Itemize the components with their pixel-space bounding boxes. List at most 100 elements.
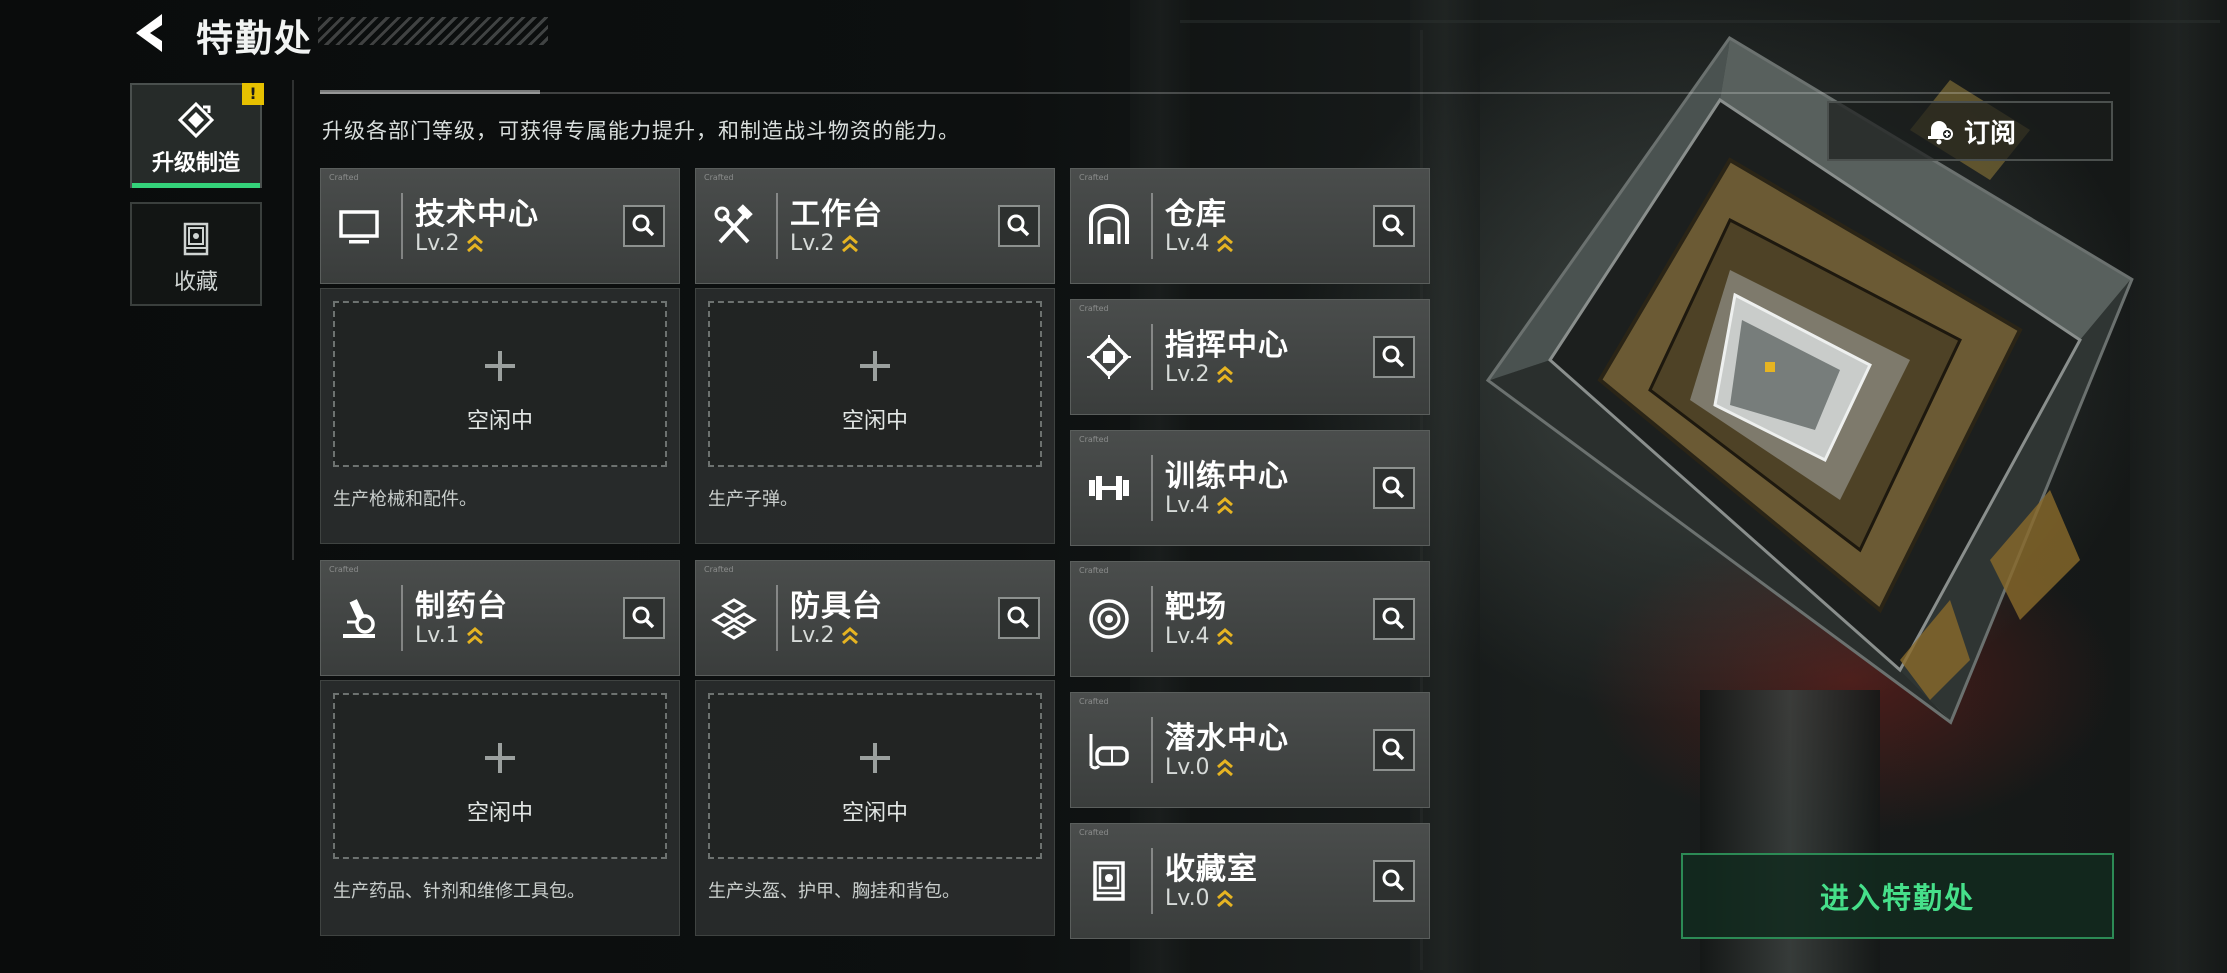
search-icon xyxy=(1382,869,1405,892)
hammer-wrench-icon xyxy=(714,204,753,244)
produce-description: 生产子弹。 xyxy=(708,489,798,510)
left-divider xyxy=(292,80,294,560)
search-button[interactable] xyxy=(1373,729,1415,771)
level-chevron-icon xyxy=(1216,889,1233,907)
dept-name: 防具台 xyxy=(790,589,883,624)
dept-level: Lv.2 xyxy=(415,231,484,256)
dept-name: 技术中心 xyxy=(415,197,539,232)
search-button[interactable] xyxy=(1373,467,1415,509)
search-button[interactable] xyxy=(1373,336,1415,378)
search-button[interactable] xyxy=(998,597,1040,639)
back-arrow-icon[interactable] xyxy=(130,10,170,56)
search-icon xyxy=(1382,476,1405,499)
dept-diving-center[interactable]: Crafted 潜水中心 Lv.0 xyxy=(1070,692,1430,808)
armor-plates-icon xyxy=(711,598,757,640)
dept-level: Lv.4 xyxy=(1165,493,1234,518)
dept-level: Lv.0 xyxy=(1165,886,1234,911)
craft-slot[interactable]: 空闲中 xyxy=(333,693,667,859)
dept-tech-center[interactable]: Crafted 技术中心 Lv.2 xyxy=(320,168,680,284)
workshop-armor: 空闲中 生产头盔、护甲、胸挂和背包。 xyxy=(695,680,1055,936)
level-chevron-icon xyxy=(1216,496,1233,514)
plus-icon xyxy=(485,743,515,773)
search-button[interactable] xyxy=(998,205,1040,247)
diving-mask-icon xyxy=(1089,734,1129,770)
tab-upgrade-craft[interactable]: 升级制造 ! xyxy=(130,83,264,188)
dept-level: Lv.2 xyxy=(790,231,859,256)
search-button[interactable] xyxy=(1373,205,1415,247)
search-icon xyxy=(1007,606,1030,629)
dept-name: 指挥中心 xyxy=(1165,328,1289,363)
slot-status: 空闲中 xyxy=(466,801,533,826)
search-icon xyxy=(1382,345,1405,368)
dept-level: Lv.0 xyxy=(1165,755,1234,780)
active-tab-indicator xyxy=(132,183,260,188)
search-icon xyxy=(1007,214,1030,237)
dept-level: Lv.4 xyxy=(1165,231,1234,256)
search-icon xyxy=(1382,607,1405,630)
workshop-workbench: 空闲中 生产子弹。 xyxy=(695,288,1055,544)
search-icon xyxy=(632,606,655,629)
dept-workbench[interactable]: Crafted 工作台 Lv.2 xyxy=(695,168,1055,284)
produce-description: 生产药品、针剂和维修工具包。 xyxy=(333,881,585,902)
subscribe-button[interactable]: 订阅 xyxy=(1827,101,2113,161)
tab-label: 升级制造 xyxy=(151,151,240,176)
chip-icon xyxy=(1087,335,1131,379)
slot-status: 空闲中 xyxy=(841,409,908,434)
dept-shooting-range[interactable]: Crafted 靶场 Lv.4 xyxy=(1070,561,1430,677)
dept-level: Lv.2 xyxy=(1165,362,1234,387)
search-button[interactable] xyxy=(623,597,665,639)
level-chevron-icon xyxy=(841,234,858,252)
page-description: 升级各部门等级，可获得专属能力提升，和制造战斗物资的能力。 xyxy=(322,119,960,143)
level-chevron-icon xyxy=(841,626,858,644)
dept-name: 潜水中心 xyxy=(1165,721,1289,756)
level-chevron-icon xyxy=(466,626,483,644)
bell-icon xyxy=(1927,121,1953,145)
dept-name: 收藏室 xyxy=(1165,852,1258,887)
dept-level: Lv.4 xyxy=(1165,624,1234,649)
search-button[interactable] xyxy=(1373,860,1415,902)
header-divider xyxy=(320,92,2110,94)
dept-level: Lv.1 xyxy=(415,623,484,648)
produce-description: 生产枪械和配件。 xyxy=(333,489,477,510)
dept-command-center[interactable]: Crafted 指挥中心 Lv.2 xyxy=(1070,299,1430,415)
tab-collection[interactable]: 收藏 xyxy=(130,202,262,306)
level-chevron-icon xyxy=(1216,365,1233,383)
dept-level: Lv.2 xyxy=(790,623,859,648)
dept-name: 制药台 xyxy=(415,589,508,624)
workshop-tech-center: 空闲中 生产枪械和配件。 xyxy=(320,288,680,544)
level-chevron-icon xyxy=(1216,758,1233,776)
enter-special-ops-button[interactable]: 进入特勤处 xyxy=(1681,853,2114,939)
dept-name: 训练中心 xyxy=(1165,459,1289,494)
dept-name: 工作台 xyxy=(790,197,883,232)
enter-label: 进入特勤处 xyxy=(1819,881,1975,915)
level-chevron-icon xyxy=(1216,234,1233,252)
level-chevron-icon xyxy=(1216,627,1233,645)
level-chevron-icon xyxy=(466,234,483,252)
upgrade-craft-icon xyxy=(177,101,215,139)
craft-slot[interactable]: 空闲中 xyxy=(333,301,667,467)
craft-slot[interactable]: 空闲中 xyxy=(708,301,1042,467)
workshop-pharmacy: 空闲中 生产药品、针剂和维修工具包。 xyxy=(320,680,680,936)
search-button[interactable] xyxy=(623,205,665,247)
search-icon xyxy=(1382,214,1405,237)
dept-name: 仓库 xyxy=(1165,197,1227,232)
craft-slot[interactable]: 空闲中 xyxy=(708,693,1042,859)
search-icon xyxy=(632,214,655,237)
monitor-icon xyxy=(339,210,379,244)
subscribe-label: 订阅 xyxy=(1963,118,2016,149)
warehouse-icon xyxy=(1089,204,1129,244)
plus-icon xyxy=(860,743,890,773)
slot-status: 空闲中 xyxy=(841,801,908,826)
tab-label: 收藏 xyxy=(173,270,218,295)
search-button[interactable] xyxy=(1373,598,1415,640)
dept-pharmacy[interactable]: Crafted 制药台 Lv.1 xyxy=(320,560,680,676)
dept-armor[interactable]: Crafted 防具台 Lv.2 xyxy=(695,560,1055,676)
title-decoration xyxy=(318,17,548,45)
slot-status: 空闲中 xyxy=(466,409,533,434)
trophy-case-icon xyxy=(1093,861,1125,901)
page-title: 特勤处 xyxy=(196,17,313,60)
dept-collection-room[interactable]: Crafted 收藏室 Lv.0 xyxy=(1070,823,1430,939)
dept-warehouse[interactable]: Crafted 仓库 Lv.4 xyxy=(1070,168,1430,284)
dept-training-center[interactable]: Crafted 训练中心 Lv.4 xyxy=(1070,430,1430,546)
produce-description: 生产头盔、护甲、胸挂和背包。 xyxy=(708,881,960,902)
